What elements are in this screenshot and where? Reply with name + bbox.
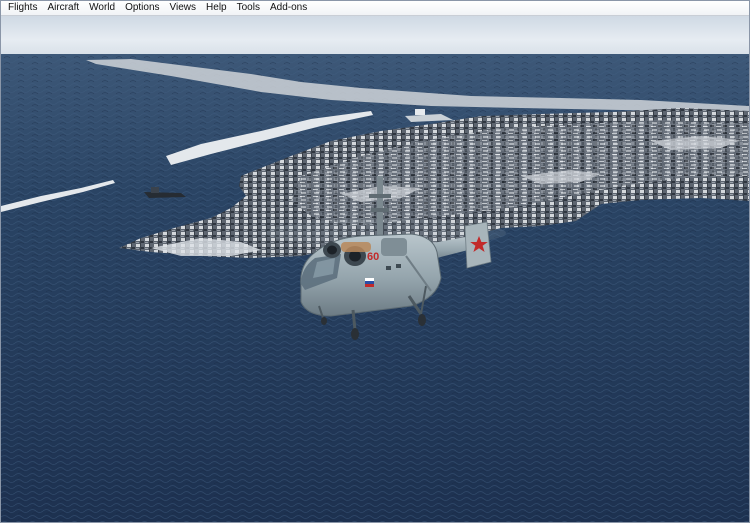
sim-window: Flights Aircraft World Options Views Hel… bbox=[0, 0, 750, 523]
rotor-mast bbox=[377, 176, 383, 238]
menu-world[interactable]: World bbox=[84, 1, 120, 15]
menu-help[interactable]: Help bbox=[201, 1, 232, 15]
sky bbox=[1, 16, 749, 56]
menu-aircraft[interactable]: Aircraft bbox=[42, 1, 84, 15]
menu-tools[interactable]: Tools bbox=[232, 1, 265, 15]
scene-3d[interactable]: 60 bbox=[1, 16, 749, 522]
menu-options[interactable]: Options bbox=[120, 1, 164, 15]
scene-viewport[interactable]: 60 bbox=[1, 16, 749, 522]
flag-insignia bbox=[365, 278, 374, 281]
tail-number: 60 bbox=[367, 251, 379, 263]
menu-flights[interactable]: Flights bbox=[1, 1, 42, 15]
menu-bar: Flights Aircraft World Options Views Hel… bbox=[1, 1, 749, 16]
menu-addons[interactable]: Add-ons bbox=[265, 1, 312, 15]
menu-views[interactable]: Views bbox=[165, 1, 202, 15]
